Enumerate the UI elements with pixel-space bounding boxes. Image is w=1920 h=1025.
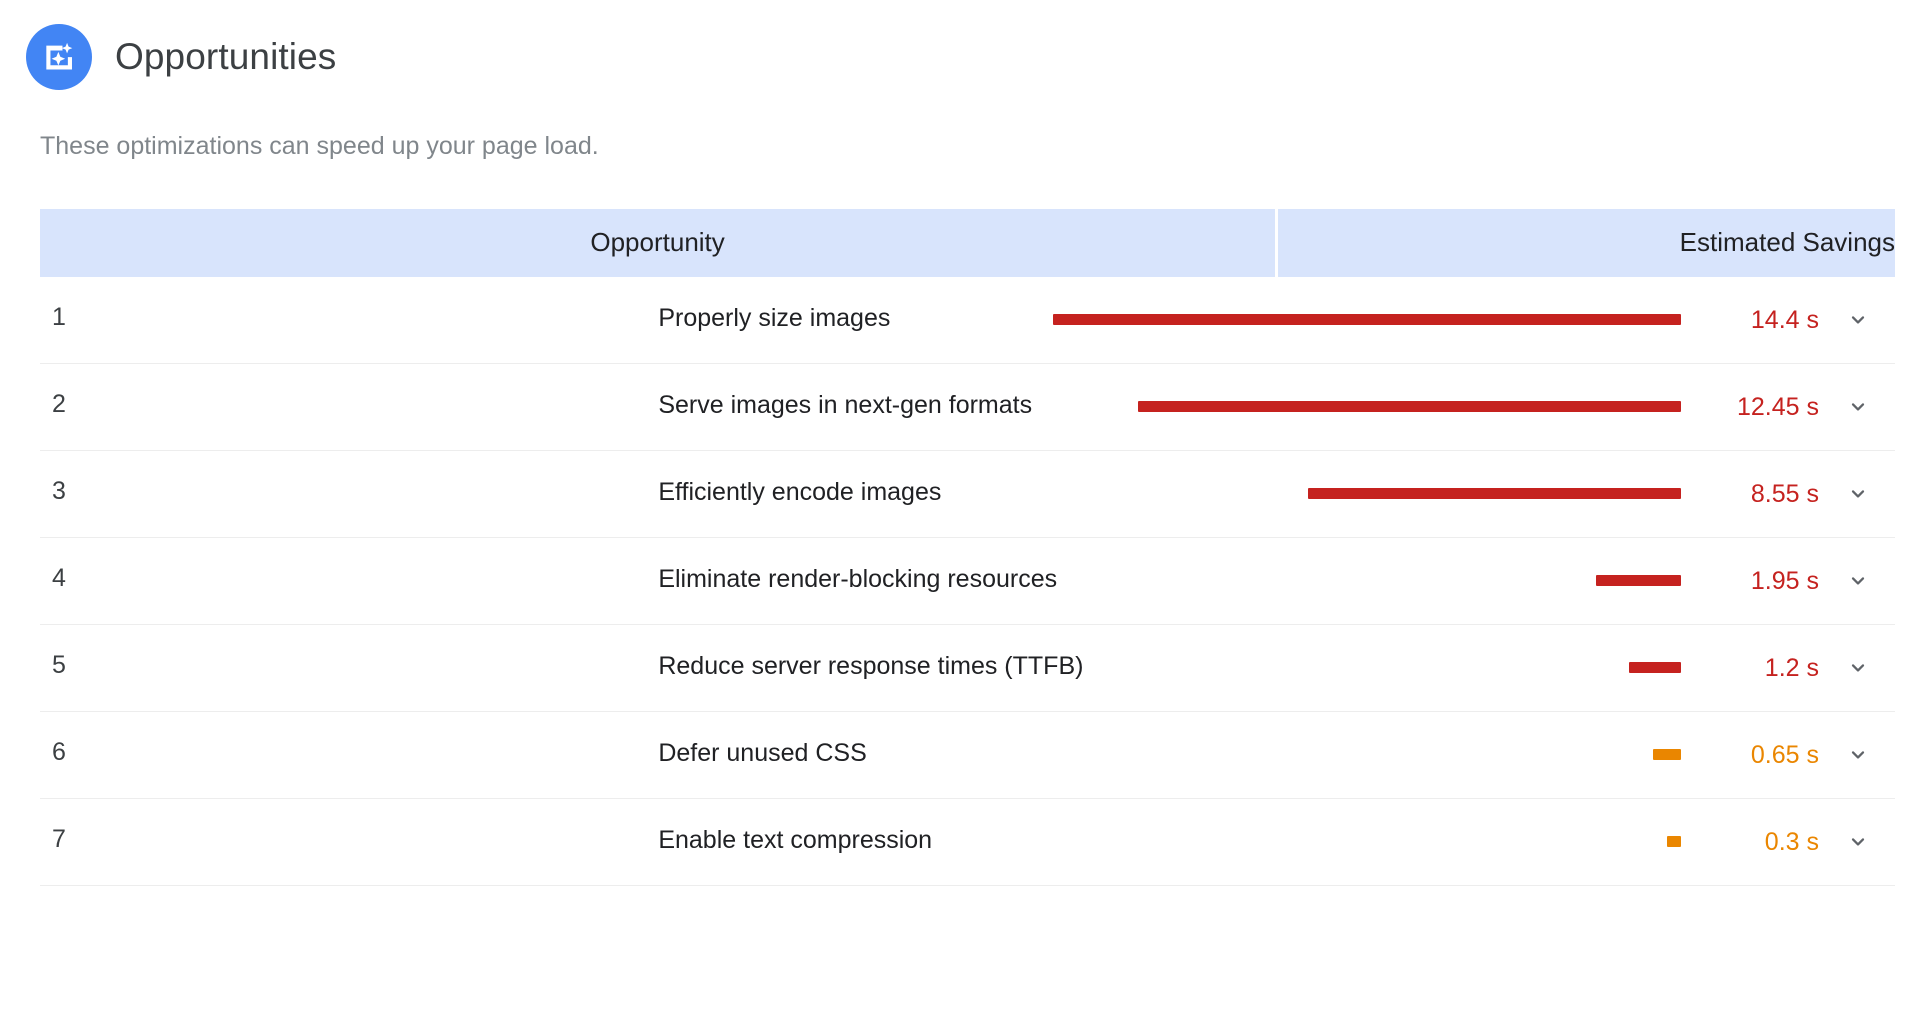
- savings-bar-track: [1277, 738, 1697, 772]
- chevron-down-icon[interactable]: [1821, 825, 1895, 859]
- savings-value: 8.55 s: [1750, 479, 1819, 508]
- table-row-1[interactable]: 1 Properly size images 14.4 s: [40, 277, 1895, 364]
- savings-bar: [1653, 749, 1681, 760]
- opportunities-sparkle-icon: [26, 24, 92, 90]
- row-index: 3: [52, 476, 66, 505]
- table-row-5[interactable]: 5 Reduce server response times (TTFB) 1.…: [40, 624, 1895, 711]
- row-savings-cell: 1.95 s: [1277, 537, 1895, 624]
- row-opportunity-label: Reduce server response times (TTFB): [658, 651, 1084, 680]
- column-header-opportunity: Opportunity: [40, 208, 1279, 277]
- table-header: Opportunity Estimated Savings: [40, 208, 1895, 277]
- row-index: 6: [52, 737, 66, 766]
- row-savings-cell: 0.3 s: [1277, 798, 1895, 885]
- savings-bar: [1596, 575, 1681, 586]
- section-description: These optimizations can speed up your pa…: [40, 132, 599, 160]
- page-title: Opportunities: [115, 35, 337, 77]
- row-savings-cell: 14.4 s: [1053, 277, 1895, 364]
- opportunities-panel: Opportunities These optimizations can sp…: [0, 0, 1920, 886]
- column-header-estimated-savings: Estimated Savings: [1276, 208, 1895, 277]
- row-opportunity-label: Enable text compression: [658, 825, 933, 854]
- savings-bar-track: [1277, 477, 1697, 511]
- row-savings-cell: 8.55 s: [1277, 450, 1895, 537]
- savings-bar: [1053, 314, 1681, 325]
- chevron-down-icon[interactable]: [1821, 651, 1895, 685]
- savings-bar: [1667, 836, 1681, 847]
- table-row-3[interactable]: 3 Efficiently encode images 8.55 s: [40, 450, 1895, 537]
- savings-bar: [1308, 488, 1681, 499]
- chevron-down-icon[interactable]: [1821, 477, 1895, 511]
- row-index: 1: [52, 302, 66, 331]
- savings-bar-track: [1277, 651, 1697, 685]
- table-header-row: Opportunity Estimated Savings: [40, 208, 1895, 277]
- row-index: 2: [52, 389, 66, 418]
- row-savings-cell: 0.65 s: [1277, 711, 1895, 798]
- savings-value: 0.3 s: [1764, 827, 1819, 856]
- savings-bar-track: [1138, 390, 1697, 424]
- savings-bar-track: [1277, 825, 1697, 859]
- row-opportunity-label: Eliminate render-blocking resources: [658, 564, 1058, 593]
- section-header: Opportunities: [26, 22, 1880, 92]
- row-savings-cell: 12.45 s: [1138, 363, 1895, 450]
- table-row-2[interactable]: 2 Serve images in next-gen formats 12.45…: [40, 363, 1895, 450]
- row-savings-cell: 1.2 s: [1277, 624, 1895, 711]
- table-row-4[interactable]: 4 Eliminate render-blocking resources 1.…: [40, 537, 1895, 624]
- savings-bar-track: [1277, 564, 1697, 598]
- savings-value: 1.2 s: [1764, 653, 1819, 682]
- table-body: 1 Properly size images 14.4 s 2 Serve im…: [40, 277, 1895, 885]
- savings-bar-track: [1053, 303, 1697, 337]
- chevron-down-icon[interactable]: [1821, 390, 1895, 424]
- savings-bar: [1629, 662, 1681, 673]
- row-index: 4: [52, 563, 66, 592]
- table-row-6[interactable]: 6 Defer unused CSS 0.65 s: [40, 711, 1895, 798]
- chevron-down-icon[interactable]: [1821, 564, 1895, 598]
- savings-value: 12.45 s: [1736, 392, 1819, 421]
- savings-value: 0.65 s: [1750, 740, 1819, 769]
- table-row-7[interactable]: 7 Enable text compression 0.3 s: [40, 798, 1895, 885]
- row-index: 7: [52, 824, 66, 853]
- opportunities-table: Opportunity Estimated Savings 1 Properly…: [40, 208, 1895, 886]
- savings-value: 1.95 s: [1750, 566, 1819, 595]
- chevron-down-icon[interactable]: [1821, 738, 1895, 772]
- row-index: 5: [52, 650, 66, 679]
- savings-bar: [1138, 401, 1681, 412]
- row-opportunity-label: Defer unused CSS: [658, 738, 867, 767]
- chevron-down-icon[interactable]: [1821, 303, 1895, 337]
- row-opportunity-label: Efficiently encode images: [658, 477, 942, 506]
- savings-value: 14.4 s: [1750, 305, 1819, 334]
